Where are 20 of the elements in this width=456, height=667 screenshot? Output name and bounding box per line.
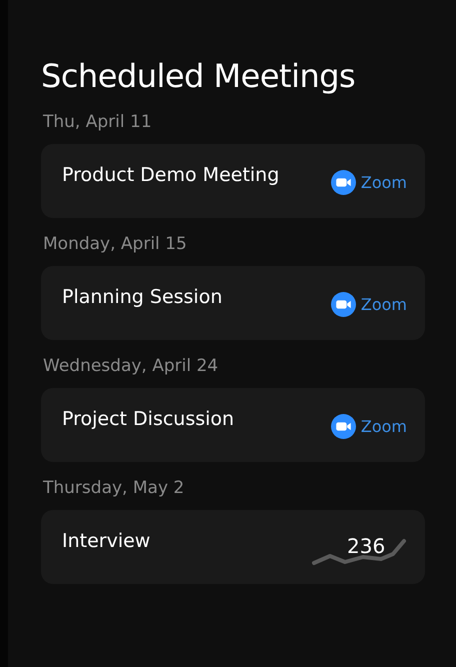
meeting-title: Project Discussion: [62, 407, 234, 432]
zoom-link[interactable]: Zoom: [330, 170, 407, 195]
meeting-title: Planning Session: [62, 285, 222, 310]
video-camera-icon: [330, 292, 356, 317]
video-camera-icon: [330, 170, 356, 195]
trend-value: 236: [347, 534, 386, 558]
meeting-date: Thursday, May 2: [43, 477, 186, 500]
meeting-date: Monday, April 15: [43, 233, 188, 256]
meeting-date: Wednesday, April 24: [43, 355, 220, 378]
zoom-link[interactable]: Zoom: [330, 292, 407, 317]
zoom-link[interactable]: Zoom: [330, 414, 407, 439]
meeting-title: Product Demo Meeting: [62, 163, 280, 188]
page-title: Scheduled Meetings: [41, 56, 356, 96]
meeting-card[interactable]: Planning Session Zoom: [41, 266, 425, 340]
video-camera-icon: [330, 414, 356, 439]
meeting-card[interactable]: Product Demo Meeting Zoom: [41, 144, 425, 218]
meeting-title: Interview: [62, 529, 150, 554]
meeting-card[interactable]: Project Discussion Zoom: [41, 388, 425, 462]
meeting-date: Thu, April 11: [43, 111, 153, 134]
meeting-card[interactable]: Interview 236: [41, 510, 425, 584]
